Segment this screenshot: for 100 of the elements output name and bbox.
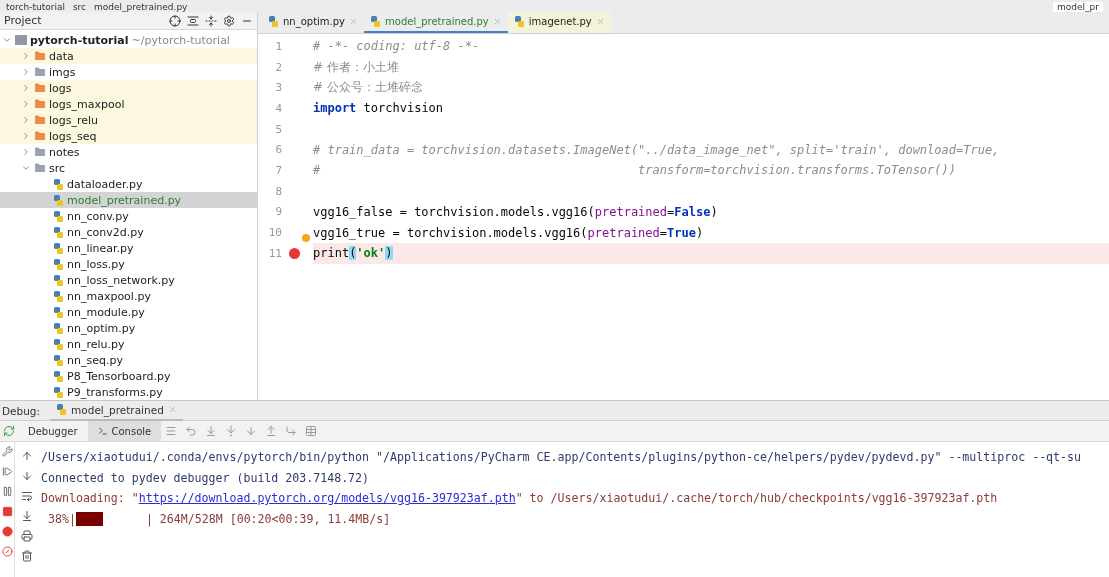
tree-item[interactable]: nn_maxpool.py [0, 288, 257, 304]
python-file-icon [53, 274, 64, 286]
tree-item[interactable]: imgs [0, 64, 257, 80]
scroll-to-end-icon[interactable] [21, 510, 33, 522]
debug-tab[interactable]: Debugger [18, 421, 88, 441]
console-text: " to /Users/xiaotudui/.cache/torch/hub/checkpoints/vgg16-397923af.pth [515, 491, 998, 506]
tree-item[interactable]: P8_Tensorboard.py [0, 368, 257, 384]
breakpoint-icon[interactable] [289, 247, 300, 259]
folder-icon [34, 66, 46, 78]
tree-item[interactable]: nn_linear.py [0, 240, 257, 256]
pause-icon[interactable] [1, 486, 13, 497]
code-line: import torchvision [313, 101, 444, 116]
rerun-icon[interactable] [3, 425, 15, 437]
tree-item[interactable]: dataloader.py [0, 176, 257, 192]
close-icon[interactable] [492, 17, 502, 26]
tree-item[interactable]: nn_loss.py [0, 256, 257, 272]
python-file-icon [53, 194, 64, 206]
line-number: 2 [274, 60, 282, 74]
project-folder-icon [15, 35, 27, 45]
mute-breakpoints-icon[interactable] [1, 546, 13, 557]
menu-icon[interactable] [165, 425, 178, 437]
tree-item[interactable]: nn_loss_network.py [0, 272, 257, 288]
trash-icon[interactable] [21, 550, 33, 562]
tree-item[interactable]: P9_transforms.py [0, 384, 257, 400]
collapse-all-icon[interactable] [205, 14, 217, 27]
step-into-icon[interactable] [205, 425, 218, 437]
console-text: | 264M/528M [00:20<00:39, 11.4MB/s] [145, 511, 391, 526]
tree-item[interactable]: model_pretrained.py [0, 192, 257, 208]
line-number: 7 [274, 163, 282, 177]
editor-tab[interactable]: nn_optim.py [262, 12, 365, 33]
bulb-icon[interactable] [302, 234, 310, 243]
expand-all-icon[interactable] [187, 14, 199, 27]
tree-item[interactable]: nn_seq.py [0, 352, 257, 368]
crosshair-icon[interactable] [169, 14, 181, 27]
line-number: 5 [274, 122, 282, 136]
tree-item[interactable]: src [0, 160, 257, 176]
tree-item[interactable]: nn_module.py [0, 304, 257, 320]
breakpoints-icon[interactable] [1, 526, 13, 537]
close-icon[interactable] [349, 17, 359, 26]
python-file-icon [53, 258, 64, 270]
breadcrumb-item[interactable]: model_pretrained.py [94, 2, 188, 12]
close-icon[interactable] [167, 405, 177, 414]
settings-icon[interactable] [223, 14, 235, 27]
line-number: 8 [274, 184, 282, 198]
breadcrumb-item[interactable]: torch-tutorial [6, 2, 65, 12]
folder-icon [34, 82, 46, 94]
tree-item[interactable]: logs_seq [0, 128, 257, 144]
url-link[interactable]: https://download.pytorch.org/models/vgg16-397923af.pth [138, 491, 516, 506]
tree-item[interactable]: nn_relu.py [0, 336, 257, 352]
print-icon[interactable] [21, 530, 33, 542]
debug-label: Debug: [2, 404, 41, 417]
step-over-icon[interactable] [185, 425, 198, 437]
console-text: Connected to pydev debugger (build 203.7148.72) [41, 470, 370, 485]
code-line: # -*- coding: utf-8 -*- [313, 39, 480, 54]
code-line: # train_data = torchvision.datasets.ImageNet("../data_image_net", split='train', download=True, [313, 142, 1000, 157]
code-line: vgg16_false = torchvision.models.vgg16(pretrained=False) [313, 204, 718, 219]
stop-icon[interactable] [1, 506, 13, 517]
wrap-icon[interactable] [21, 490, 33, 502]
close-icon[interactable] [595, 17, 605, 26]
code-line: vgg16_true = torchvision.models.vgg16(pretrained=True) [313, 225, 704, 240]
up-arrow-icon[interactable] [21, 450, 33, 462]
python-file-icon [268, 16, 279, 27]
python-file-icon [53, 354, 64, 366]
tree-item[interactable]: data [0, 48, 257, 64]
python-file-icon [53, 386, 64, 398]
tree-item[interactable]: nn_optim.py [0, 320, 257, 336]
console-text: Downloading: " [41, 491, 139, 506]
tree-item[interactable]: logs [0, 80, 257, 96]
python-file-icon [53, 322, 64, 334]
python-file-icon [53, 178, 64, 190]
resume-icon[interactable] [1, 466, 13, 477]
line-number: 4 [274, 101, 282, 115]
line-number: 3 [274, 81, 282, 95]
tree-item[interactable]: logs_maxpool [0, 96, 257, 112]
tree-item[interactable]: nn_conv2d.py [0, 224, 257, 240]
line-number: 1 [274, 39, 282, 53]
step-into-my-code-icon[interactable] [225, 425, 238, 437]
python-file-icon [53, 370, 64, 382]
editor-tab[interactable]: imagenet.py [507, 12, 611, 33]
breadcrumb-item[interactable]: src [72, 2, 87, 12]
wrench-icon[interactable] [1, 446, 13, 457]
python-file-icon [53, 306, 64, 318]
step-out-icon[interactable] [265, 425, 278, 437]
folder-icon [34, 114, 46, 126]
evaluate-icon[interactable] [305, 425, 318, 437]
tree-item[interactable]: nn_conv.py [0, 208, 257, 224]
tree-item[interactable]: logs_relu [0, 112, 257, 128]
console-text: 38%| [46, 511, 76, 526]
editor-tab[interactable]: model_pretrained.py [364, 12, 508, 33]
python-file-icon [53, 290, 64, 302]
code-line: # 公众号：土堆碎念 [313, 79, 423, 97]
tree-item[interactable]: pytorch-tutorial ~/pytorch-tutorial [0, 32, 257, 48]
run-configuration[interactable]: model_pr [1053, 2, 1103, 12]
python-file-icon [56, 404, 68, 415]
debug-tab[interactable]: Console [87, 421, 162, 441]
folder-icon [34, 146, 46, 158]
console-icon [97, 426, 108, 436]
down-arrow-icon[interactable] [21, 470, 33, 482]
tree-item[interactable]: notes [0, 144, 257, 160]
python-file-icon [513, 16, 525, 27]
